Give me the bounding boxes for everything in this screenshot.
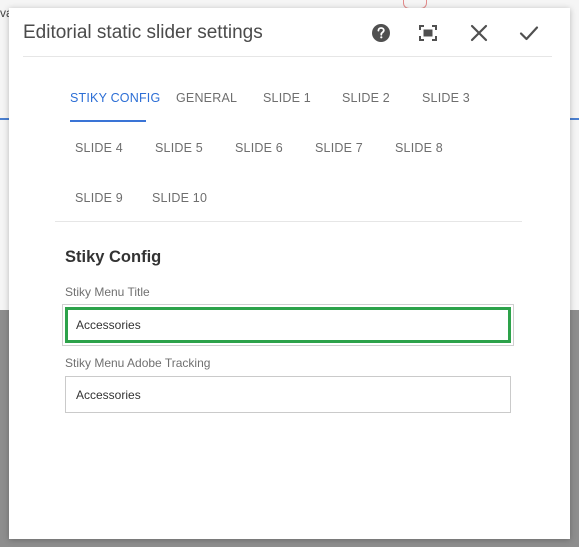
stiky-menu-adobe-tracking-input[interactable] <box>65 376 511 413</box>
fullscreen-button[interactable] <box>414 20 442 46</box>
tab-slide-1[interactable]: SLIDE 1 <box>263 91 311 105</box>
active-tab-indicator <box>70 120 146 122</box>
dialog-header: Editorial static slider settings <box>9 8 570 56</box>
tab-general[interactable]: GENERAL <box>176 91 237 105</box>
fullscreen-icon <box>419 25 437 41</box>
tabs-divider <box>55 221 522 222</box>
dialog-title: Editorial static slider settings <box>23 22 263 43</box>
close-button[interactable] <box>465 20 493 46</box>
tab-slide-10[interactable]: SLIDE 10 <box>152 191 207 205</box>
settings-dialog: Editorial static slider settings STIKY C… <box>9 8 570 539</box>
tab-slide-9[interactable]: SLIDE 9 <box>75 191 123 205</box>
help-circle-icon <box>372 24 390 42</box>
tab-slide-7[interactable]: SLIDE 7 <box>315 141 363 155</box>
tab-stiky-config[interactable]: STIKY CONFIG <box>70 91 160 105</box>
stiky-menu-adobe-tracking-label: Stiky Menu Adobe Tracking <box>65 356 211 370</box>
stiky-menu-title-input[interactable] <box>65 307 511 343</box>
confirm-button[interactable] <box>515 20 543 46</box>
tab-slide-5[interactable]: SLIDE 5 <box>155 141 203 155</box>
section-title: Stiky Config <box>65 248 162 266</box>
stiky-menu-title-label: Stiky Menu Title <box>65 285 150 299</box>
tab-slide-4[interactable]: SLIDE 4 <box>75 141 123 155</box>
tab-slide-3[interactable]: SLIDE 3 <box>422 91 470 105</box>
header-divider <box>23 56 552 57</box>
tab-slide-8[interactable]: SLIDE 8 <box>395 141 443 155</box>
tab-slide-2[interactable]: SLIDE 2 <box>342 91 390 105</box>
checkmark-icon <box>519 26 539 41</box>
help-button[interactable] <box>367 20 395 46</box>
close-icon <box>470 24 488 42</box>
tab-slide-6[interactable]: SLIDE 6 <box>235 141 283 155</box>
